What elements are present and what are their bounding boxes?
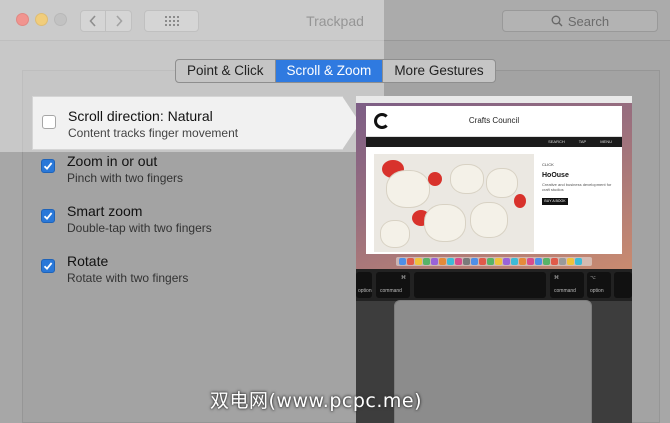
forward-button[interactable] [106,10,132,32]
scroll-direction-checkbox[interactable] [42,115,56,129]
preview-menubar [356,96,632,103]
preview-key: option [356,272,372,298]
preferences-window: Trackpad Search Point & Click Scroll & Z… [0,0,670,423]
watermark: 双电网(www.pcpc.me) [210,390,422,412]
preview-key-label: command [380,288,402,294]
zoom-checkbox[interactable] [41,159,55,173]
grid-icon [164,16,179,26]
option-title: Rotate [67,253,109,269]
checkmark-icon [43,212,53,221]
option-subtitle: Rotate with two fingers [67,271,189,285]
preview-sidebar-text: CLICK HoOuse Creative and business devel… [542,162,616,205]
show-all-button[interactable] [144,10,199,32]
search-field[interactable]: Search [502,10,658,32]
close-button[interactable] [16,13,29,26]
preview-trackpad [394,300,592,423]
preview-key-command-left: ⌘ command [376,272,410,298]
zoom-button[interactable] [54,13,67,26]
option-smart-zoom[interactable]: Smart zoom Double-tap with two fingers [32,196,342,246]
checkmark-icon [43,162,53,171]
search-icon [551,15,563,27]
smart-zoom-checkbox[interactable] [41,209,55,223]
preview-key-label: ⌘ [401,275,406,281]
preview-dock [396,257,592,266]
chevron-left-icon [89,15,96,27]
preview-body: Creative and business development for cr… [542,182,612,192]
option-title: Scroll direction: Natural [68,108,213,124]
option-list: Scroll direction: Natural Content tracks… [32,96,360,296]
preview-key-command-right: ⌘ command [550,272,584,298]
preview-key-label: command [554,288,576,294]
search-placeholder: Search [567,13,610,29]
back-button[interactable] [80,10,106,32]
preview-site-header: Crafts Council [366,106,622,137]
option-scroll-direction[interactable]: Scroll direction: Natural Content tracks… [32,96,360,150]
preview-screen: Crafts Council SEARCH TAP MENU CLICK HoO… [356,96,632,269]
preview-key-label: ⌘ [554,275,559,281]
preview-nav-item: SEARCH [548,139,565,144]
tab-point-click[interactable]: Point & Click [176,60,276,82]
preview-headline: HoOuse [542,172,569,179]
preview-key-label: option [358,288,372,294]
preview-site-nav: SEARCH TAP MENU [366,137,622,147]
option-title: Zoom in or out [67,153,158,169]
preview-key-label: ⌥ [590,275,596,281]
preview-button: BUY A BOOK [542,198,568,205]
gesture-preview: Crafts Council SEARCH TAP MENU CLICK HoO… [356,96,632,423]
tab-scroll-zoom[interactable]: Scroll & Zoom [275,60,384,82]
chevron-right-icon [115,15,123,27]
tab-more-gestures[interactable]: More Gestures [383,60,494,82]
preview-key-option: ⌥ option [587,272,611,298]
option-subtitle: Content tracks finger movement [68,126,239,140]
option-subtitle: Double-tap with two fingers [67,221,212,235]
preview-key-label: option [590,288,604,294]
minimize-button[interactable] [35,13,48,26]
preview-browser: Crafts Council SEARCH TAP MENU CLICK HoO… [366,106,622,254]
preview-nav-item: TAP [578,139,587,144]
option-rotate[interactable]: Rotate Rotate with two fingers [32,246,342,296]
option-title: Smart zoom [67,203,143,219]
preview-keyboard: option ⌘ command ⌘ command ⌥ option [356,269,632,301]
preview-hero-image [374,154,534,252]
rotate-checkbox[interactable] [41,259,55,273]
preview-key-space [414,272,546,298]
option-zoom-in-out[interactable]: Zoom in or out Pinch with two fingers [32,146,342,196]
preview-nav-item: MENU [600,139,612,144]
option-subtitle: Pinch with two fingers [67,171,184,185]
preview-key [614,272,632,298]
window-title-text: Trackpad [306,13,364,29]
checkmark-icon [43,262,53,271]
tab-bar: Point & Click Scroll & Zoom More Gesture… [175,59,496,83]
preview-kicker: CLICK [542,162,554,167]
preview-site-name: Crafts Council [468,116,520,125]
title-bar: Trackpad Search [0,0,670,41]
